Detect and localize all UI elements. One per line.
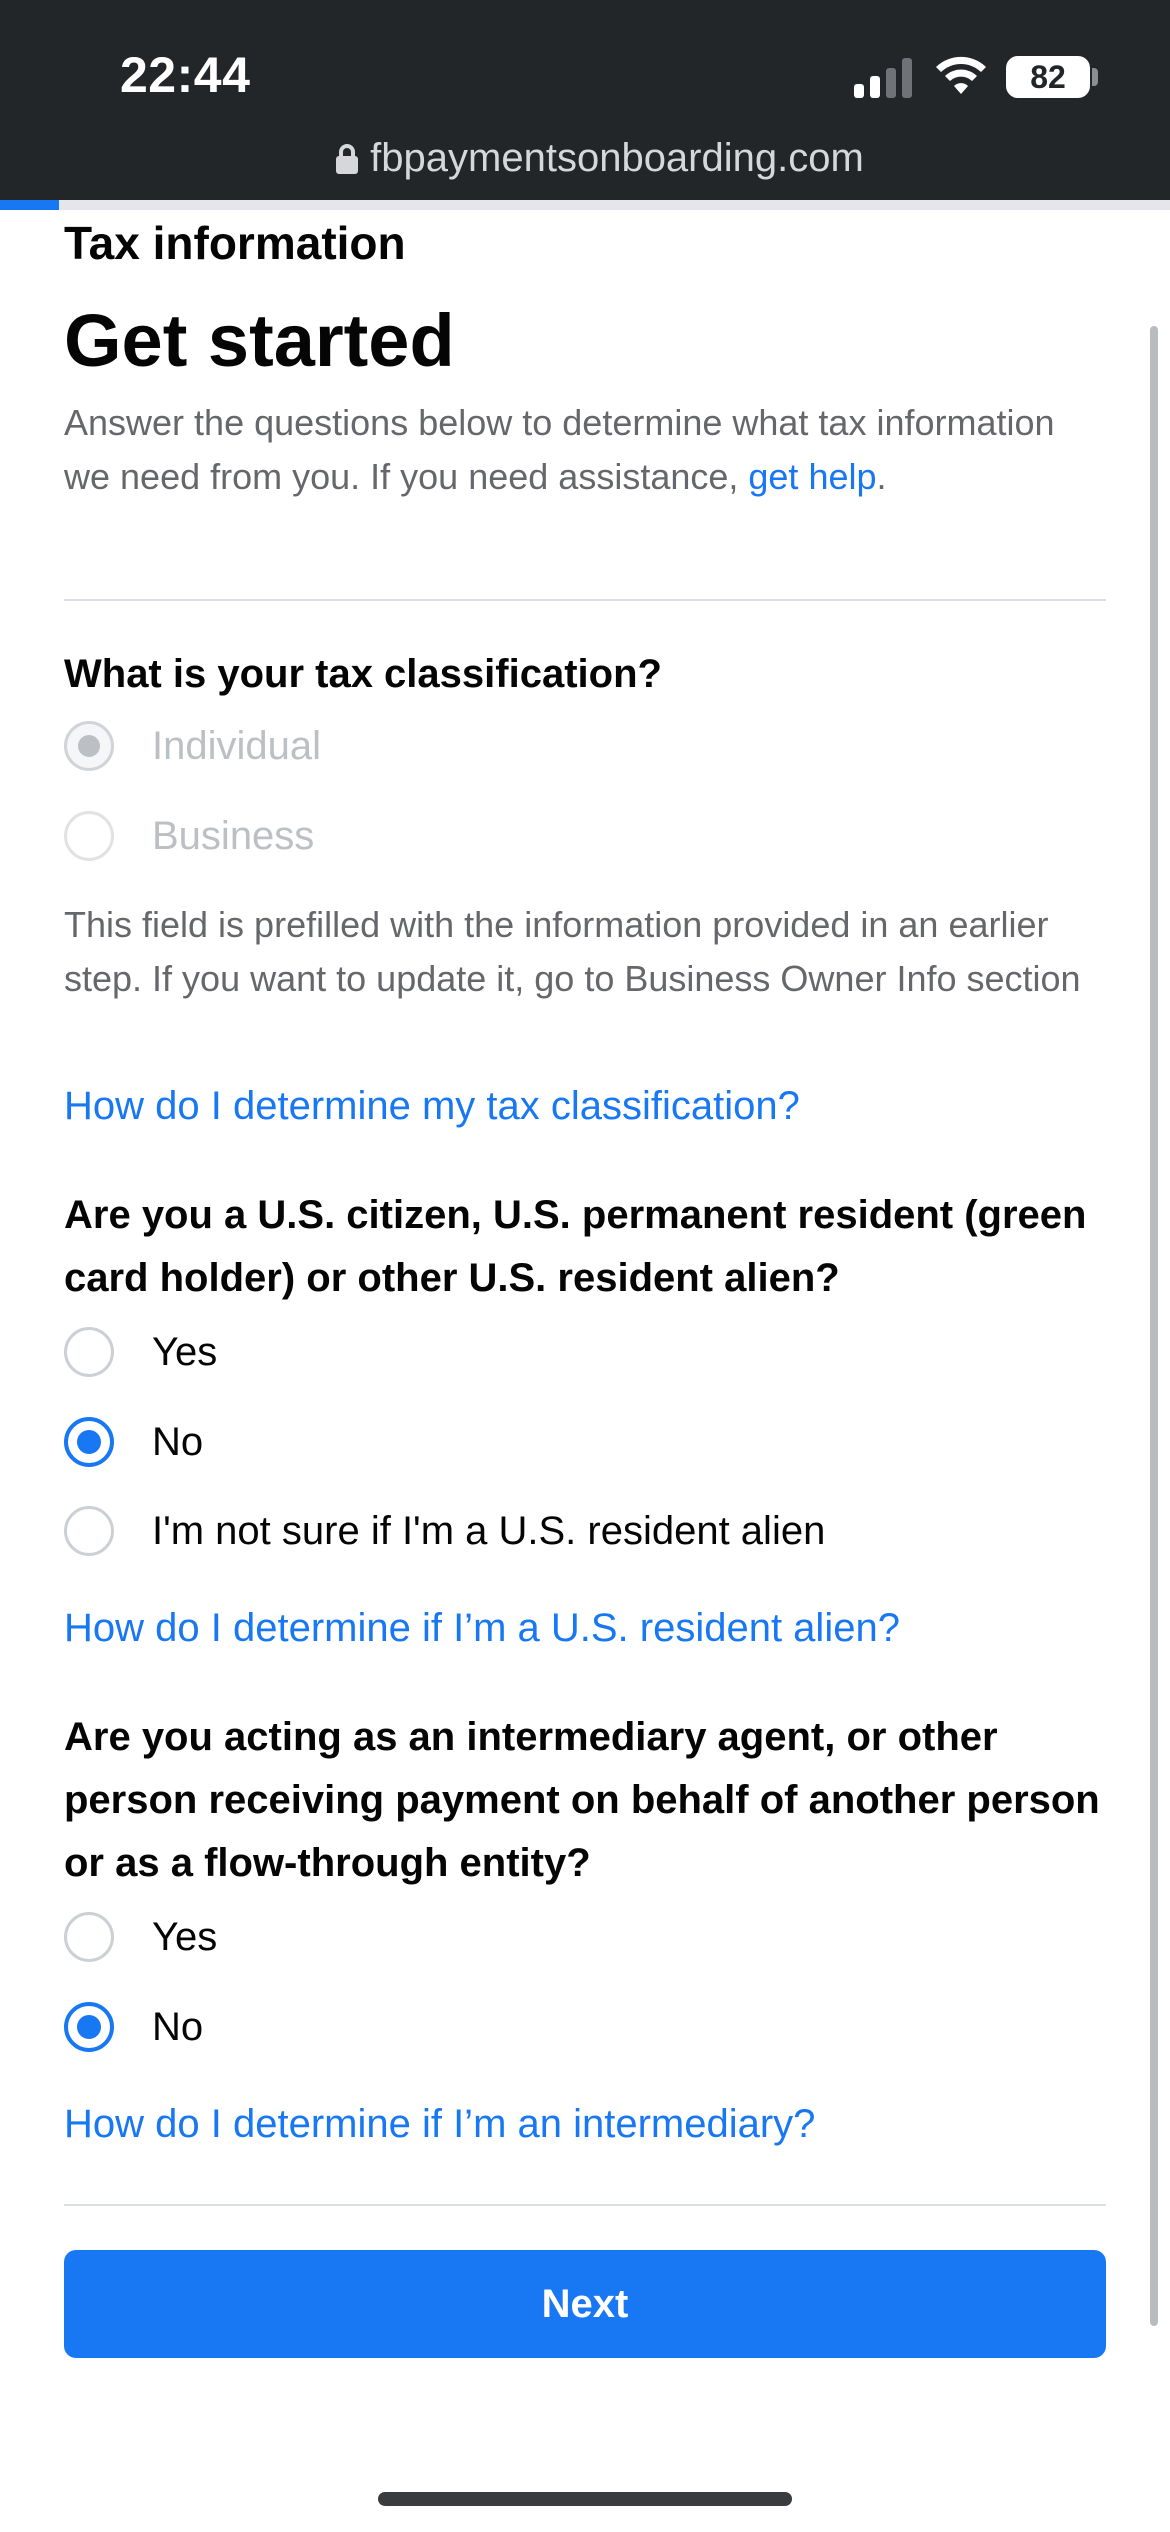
divider [64, 2204, 1106, 2206]
page-load-progress [0, 200, 1170, 210]
get-help-link[interactable]: get help [748, 456, 876, 497]
intro-text: Answer the questions below to determine … [64, 396, 1104, 504]
address-bar[interactable]: fbpaymentsonboarding.com [280, 136, 920, 181]
radio-yes[interactable] [64, 1327, 114, 1377]
home-indicator [378, 2492, 792, 2506]
option-label: Business [152, 813, 315, 858]
intro-end: . [876, 456, 887, 497]
section-title: Tax information [64, 217, 406, 269]
option-yes[interactable]: Yes [64, 1322, 217, 1382]
battery-nub [1092, 68, 1098, 86]
prefilled-note: This field is prefilled with the informa… [64, 904, 1081, 999]
scrollbar[interactable] [1150, 326, 1158, 2326]
status-bar: 22:44 82 fbpaymentsonboarding.com [0, 0, 1170, 200]
radio-business[interactable] [64, 811, 114, 861]
page-title: Get started [64, 299, 455, 382]
lock-icon [336, 144, 359, 174]
option-yes[interactable]: Yes [64, 1907, 217, 1967]
option-no[interactable]: No [64, 1412, 203, 1472]
option-business[interactable]: Business [64, 806, 314, 866]
option-label: Yes [152, 1329, 218, 1374]
question-us-resident: Are you a U.S. citizen, U.S. permanent r… [64, 1193, 1087, 1300]
divider [64, 599, 1106, 601]
radio-no[interactable] [64, 2002, 114, 2052]
help-link-intermediary[interactable]: How do I determine if I’m an intermediar… [64, 2102, 815, 2147]
radio-individual[interactable] [64, 721, 114, 771]
option-label: Yes [152, 1914, 218, 1959]
option-label: Individual [152, 723, 322, 768]
progress-fill [0, 200, 59, 210]
intro-body: Answer the questions below to determine … [64, 402, 1055, 497]
battery-icon: 82 [1006, 56, 1090, 98]
status-time: 22:44 [120, 47, 251, 103]
signal-icon [854, 58, 916, 98]
radio-yes[interactable] [64, 1912, 114, 1962]
radio-no[interactable] [64, 1417, 114, 1467]
question-tax-classification: What is your tax classification? [64, 652, 662, 696]
url-text: fbpaymentsonboarding.com [370, 136, 864, 180]
option-no[interactable]: No [64, 1997, 203, 2057]
option-not-sure[interactable]: I'm not sure if I'm a U.S. resident alie… [64, 1501, 825, 1561]
option-individual[interactable]: Individual [64, 716, 321, 776]
radio-not-sure[interactable] [64, 1506, 114, 1556]
wifi-icon [936, 56, 986, 94]
help-link-tax-classification[interactable]: How do I determine my tax classification… [64, 1084, 800, 1129]
question-intermediary: Are you acting as an intermediary agent,… [64, 1715, 1100, 1885]
help-link-resident-alien[interactable]: How do I determine if I’m a U.S. residen… [64, 1606, 900, 1651]
option-label: I'm not sure if I'm a U.S. resident alie… [152, 1508, 826, 1553]
option-label: No [152, 2004, 204, 2049]
next-button[interactable]: Next [64, 2250, 1106, 2358]
option-label: No [152, 1419, 204, 1464]
